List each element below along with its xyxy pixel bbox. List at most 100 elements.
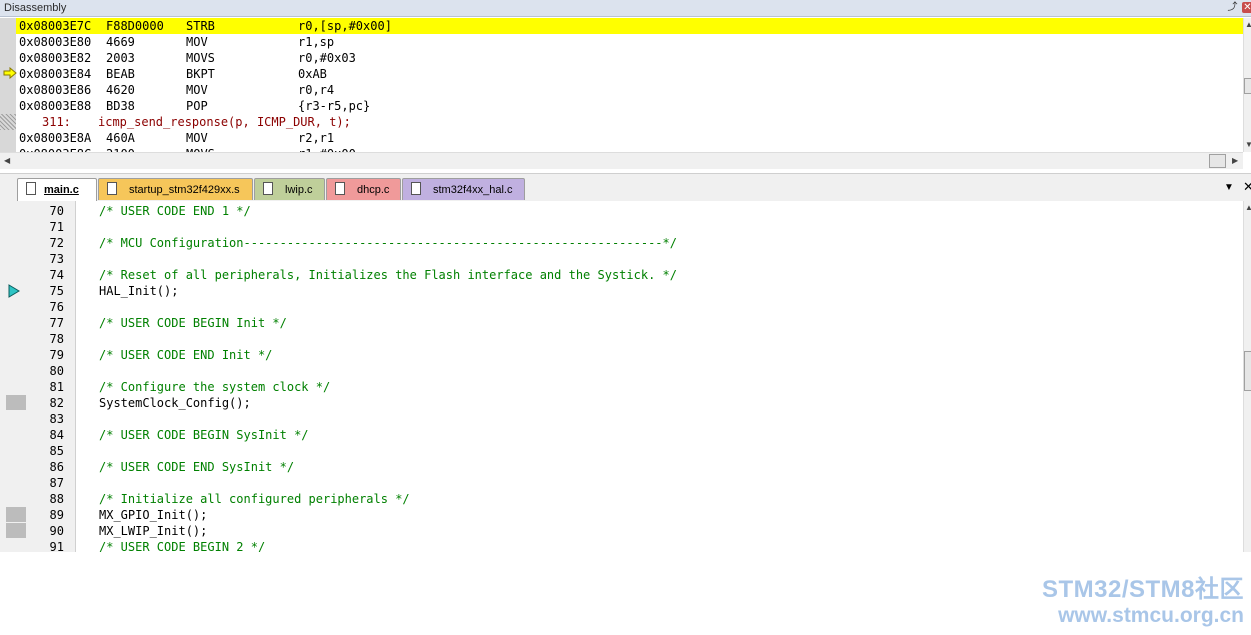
instruction-address: 0x08003E86 bbox=[19, 83, 92, 97]
disassembly-line[interactable]: 0x08003E80 4669 MOV r1,sp bbox=[16, 34, 1243, 50]
code-comment: /* USER CODE END SysInit */ bbox=[99, 460, 295, 474]
code-line[interactable]: 82 SystemClock_Config(); bbox=[0, 395, 1243, 411]
instruction-operands: 0xAB bbox=[298, 67, 327, 81]
disassembly-line[interactable]: 0x08003E7C F88D0000 STRB r0,[sp,#0x00] bbox=[16, 18, 1243, 34]
scroll-down-arrow-icon[interactable]: ▼ bbox=[1245, 140, 1251, 149]
code-comment: /* USER CODE END Init */ bbox=[99, 348, 273, 362]
tab-dhcp-c[interactable]: dhcp.c bbox=[326, 178, 401, 200]
scroll-left-arrow-icon[interactable]: ◀ bbox=[4, 156, 10, 165]
instruction-operands: r0,r4 bbox=[298, 83, 335, 97]
close-icon[interactable]: ✕ bbox=[1242, 2, 1251, 13]
line-number: 85 bbox=[49, 444, 64, 458]
code-line[interactable]: 86 /* USER CODE END SysInit */ bbox=[0, 459, 1243, 475]
code-coverage-marker[interactable] bbox=[6, 523, 26, 538]
disassembly-listing[interactable]: 0x08003E7C F88D0000 STRB r0,[sp,#0x00] 0x080… bbox=[0, 18, 1243, 152]
code-line[interactable]: 91 /* USER CODE BEGIN 2 */ bbox=[0, 539, 1243, 552]
code-line[interactable]: 81 /* Configure the system clock */ bbox=[0, 379, 1243, 395]
instruction-address: 0x08003E88 bbox=[19, 99, 92, 113]
code-comment: /* USER CODE BEGIN 2 */ bbox=[99, 540, 266, 552]
scroll-right-arrow-icon[interactable]: ▶ bbox=[1232, 156, 1238, 165]
instruction-mnemonic: MOVS bbox=[186, 51, 215, 65]
code-coverage-marker[interactable] bbox=[6, 395, 26, 410]
source-editor[interactable]: 70 /* USER CODE END 1 */ 71 72 /* MCU Config… bbox=[0, 201, 1243, 552]
close-tab-icon[interactable]: ✕ bbox=[1243, 179, 1251, 195]
disassembly-line[interactable]: 0x08003E82 2003 MOVS r0,#0x03 bbox=[16, 50, 1243, 66]
code-line[interactable]: 71 bbox=[0, 219, 1243, 235]
code-coverage-marker[interactable] bbox=[6, 507, 26, 522]
code-line[interactable]: 87 bbox=[0, 475, 1243, 491]
file-icon bbox=[263, 182, 273, 195]
code-statement: SystemClock_Config(); bbox=[99, 396, 251, 410]
line-number: 86 bbox=[49, 460, 64, 474]
line-number: 89 bbox=[49, 508, 64, 522]
code-line[interactable]: 76 bbox=[0, 299, 1243, 315]
line-number: 70 bbox=[49, 204, 64, 218]
instruction-mnemonic: BKPT bbox=[186, 67, 215, 81]
code-comment: /* Reset of all peripherals, Initializes… bbox=[99, 268, 677, 282]
code-line[interactable]: 74 /* Reset of all peripherals, Initializ… bbox=[0, 267, 1243, 283]
disassembly-vertical-scrollbar[interactable]: ▲ ▼ bbox=[1243, 18, 1251, 152]
tab-stm32f4xx-hal-c[interactable]: stm32f4xx_hal.c bbox=[402, 178, 525, 200]
code-statement: HAL_Init(); bbox=[99, 284, 179, 298]
dropdown-arrow-icon[interactable]: ▼ bbox=[1224, 182, 1234, 193]
tab-startup-stm32f429xx-s[interactable]: startup_stm32f429xx.s bbox=[98, 178, 253, 200]
file-icon bbox=[26, 182, 36, 195]
pin-icon[interactable]: ⤴ bbox=[1227, 2, 1238, 13]
code-line[interactable]: 70 /* USER CODE END 1 */ bbox=[0, 203, 1243, 219]
instruction-opcode: BEAB bbox=[106, 67, 135, 81]
editor-vertical-scrollbar[interactable]: ▲ bbox=[1243, 201, 1251, 552]
code-line[interactable]: 78 bbox=[0, 331, 1243, 347]
instruction-opcode: F88D0000 bbox=[106, 19, 164, 33]
line-number: 84 bbox=[49, 428, 64, 442]
code-line[interactable]: 80 bbox=[0, 363, 1243, 379]
line-number: 75 bbox=[49, 284, 64, 298]
disassembly-line[interactable]: 0x08003E86 4620 MOV r0,r4 bbox=[16, 82, 1243, 98]
tab-lwip-c[interactable]: lwip.c bbox=[254, 178, 325, 200]
tab-main-c[interactable]: main.c bbox=[17, 178, 97, 201]
editor-scroll-thumb[interactable] bbox=[1244, 351, 1251, 391]
code-comment: /* USER CODE BEGIN SysInit */ bbox=[99, 428, 309, 442]
code-line[interactable]: 83 bbox=[0, 411, 1243, 427]
instruction-address: 0x08003E80 bbox=[19, 35, 92, 49]
disassembly-line[interactable]: 0x08003E8A 460A MOV r2,r1 bbox=[16, 130, 1243, 146]
instruction-operands: {r3-r5,pc} bbox=[298, 99, 371, 113]
current-pc-arrow-icon bbox=[3, 67, 17, 79]
instruction-mnemonic: MOV bbox=[186, 83, 208, 97]
code-line[interactable]: 75 HAL_Init(); bbox=[0, 283, 1243, 299]
code-line[interactable]: 88 /* Initialize all configured periphera… bbox=[0, 491, 1243, 507]
disassembly-title: Disassembly bbox=[4, 2, 67, 14]
code-line[interactable]: 85 bbox=[0, 443, 1243, 459]
code-line[interactable]: 72 /* MCU Configuration------------------… bbox=[0, 235, 1243, 251]
code-line[interactable]: 79 /* USER CODE END Init */ bbox=[0, 347, 1243, 363]
disassembly-gutter[interactable] bbox=[0, 18, 16, 152]
scroll-up-arrow-icon[interactable]: ▲ bbox=[1245, 203, 1251, 212]
source-line-number: 311: bbox=[42, 115, 71, 129]
line-number: 76 bbox=[49, 300, 64, 314]
code-line[interactable]: 90 MX_LWIP_Init(); bbox=[0, 523, 1243, 539]
line-number: 81 bbox=[49, 380, 64, 394]
disassembly-hscroll-thumb[interactable] bbox=[1209, 154, 1226, 168]
file-icon bbox=[335, 182, 345, 195]
code-line[interactable]: 77 /* USER CODE BEGIN Init */ bbox=[0, 315, 1243, 331]
scroll-up-arrow-icon[interactable]: ▲ bbox=[1245, 20, 1251, 29]
disassembly-source-line[interactable]: 311: icmp_send_response(p, ICMP_DUR, t); bbox=[16, 114, 1243, 130]
line-number: 82 bbox=[49, 396, 64, 410]
line-number: 77 bbox=[49, 316, 64, 330]
disassembly-scroll-thumb[interactable] bbox=[1244, 78, 1251, 94]
disassembly-line[interactable]: 0x08003E88 BD38 POP {r3-r5,pc} bbox=[16, 98, 1243, 114]
code-comment: /* MCU Configuration--------------------… bbox=[99, 236, 677, 250]
disassembly-line[interactable]: 0x08003E84 BEAB BKPT 0xAB bbox=[16, 66, 1243, 82]
watermark-title: STM32/STM8社区 bbox=[1041, 576, 1244, 603]
instruction-address: 0x08003E8A bbox=[19, 131, 92, 145]
instruction-operands: r1,sp bbox=[298, 35, 335, 49]
instruction-address: 0x08003E84 bbox=[19, 67, 92, 81]
line-number: 90 bbox=[49, 524, 64, 538]
code-line[interactable]: 84 /* USER CODE BEGIN SysInit */ bbox=[0, 427, 1243, 443]
watermark-url: www.stmcu.org.cn bbox=[1058, 604, 1244, 627]
instruction-opcode: 460A bbox=[106, 131, 135, 145]
line-number: 83 bbox=[49, 412, 64, 426]
line-number: 91 bbox=[49, 540, 64, 552]
code-line[interactable]: 89 MX_GPIO_Init(); bbox=[0, 507, 1243, 523]
disassembly-horizontal-scrollbar[interactable]: ◀ ▶ bbox=[0, 152, 1243, 169]
code-line[interactable]: 73 bbox=[0, 251, 1243, 267]
